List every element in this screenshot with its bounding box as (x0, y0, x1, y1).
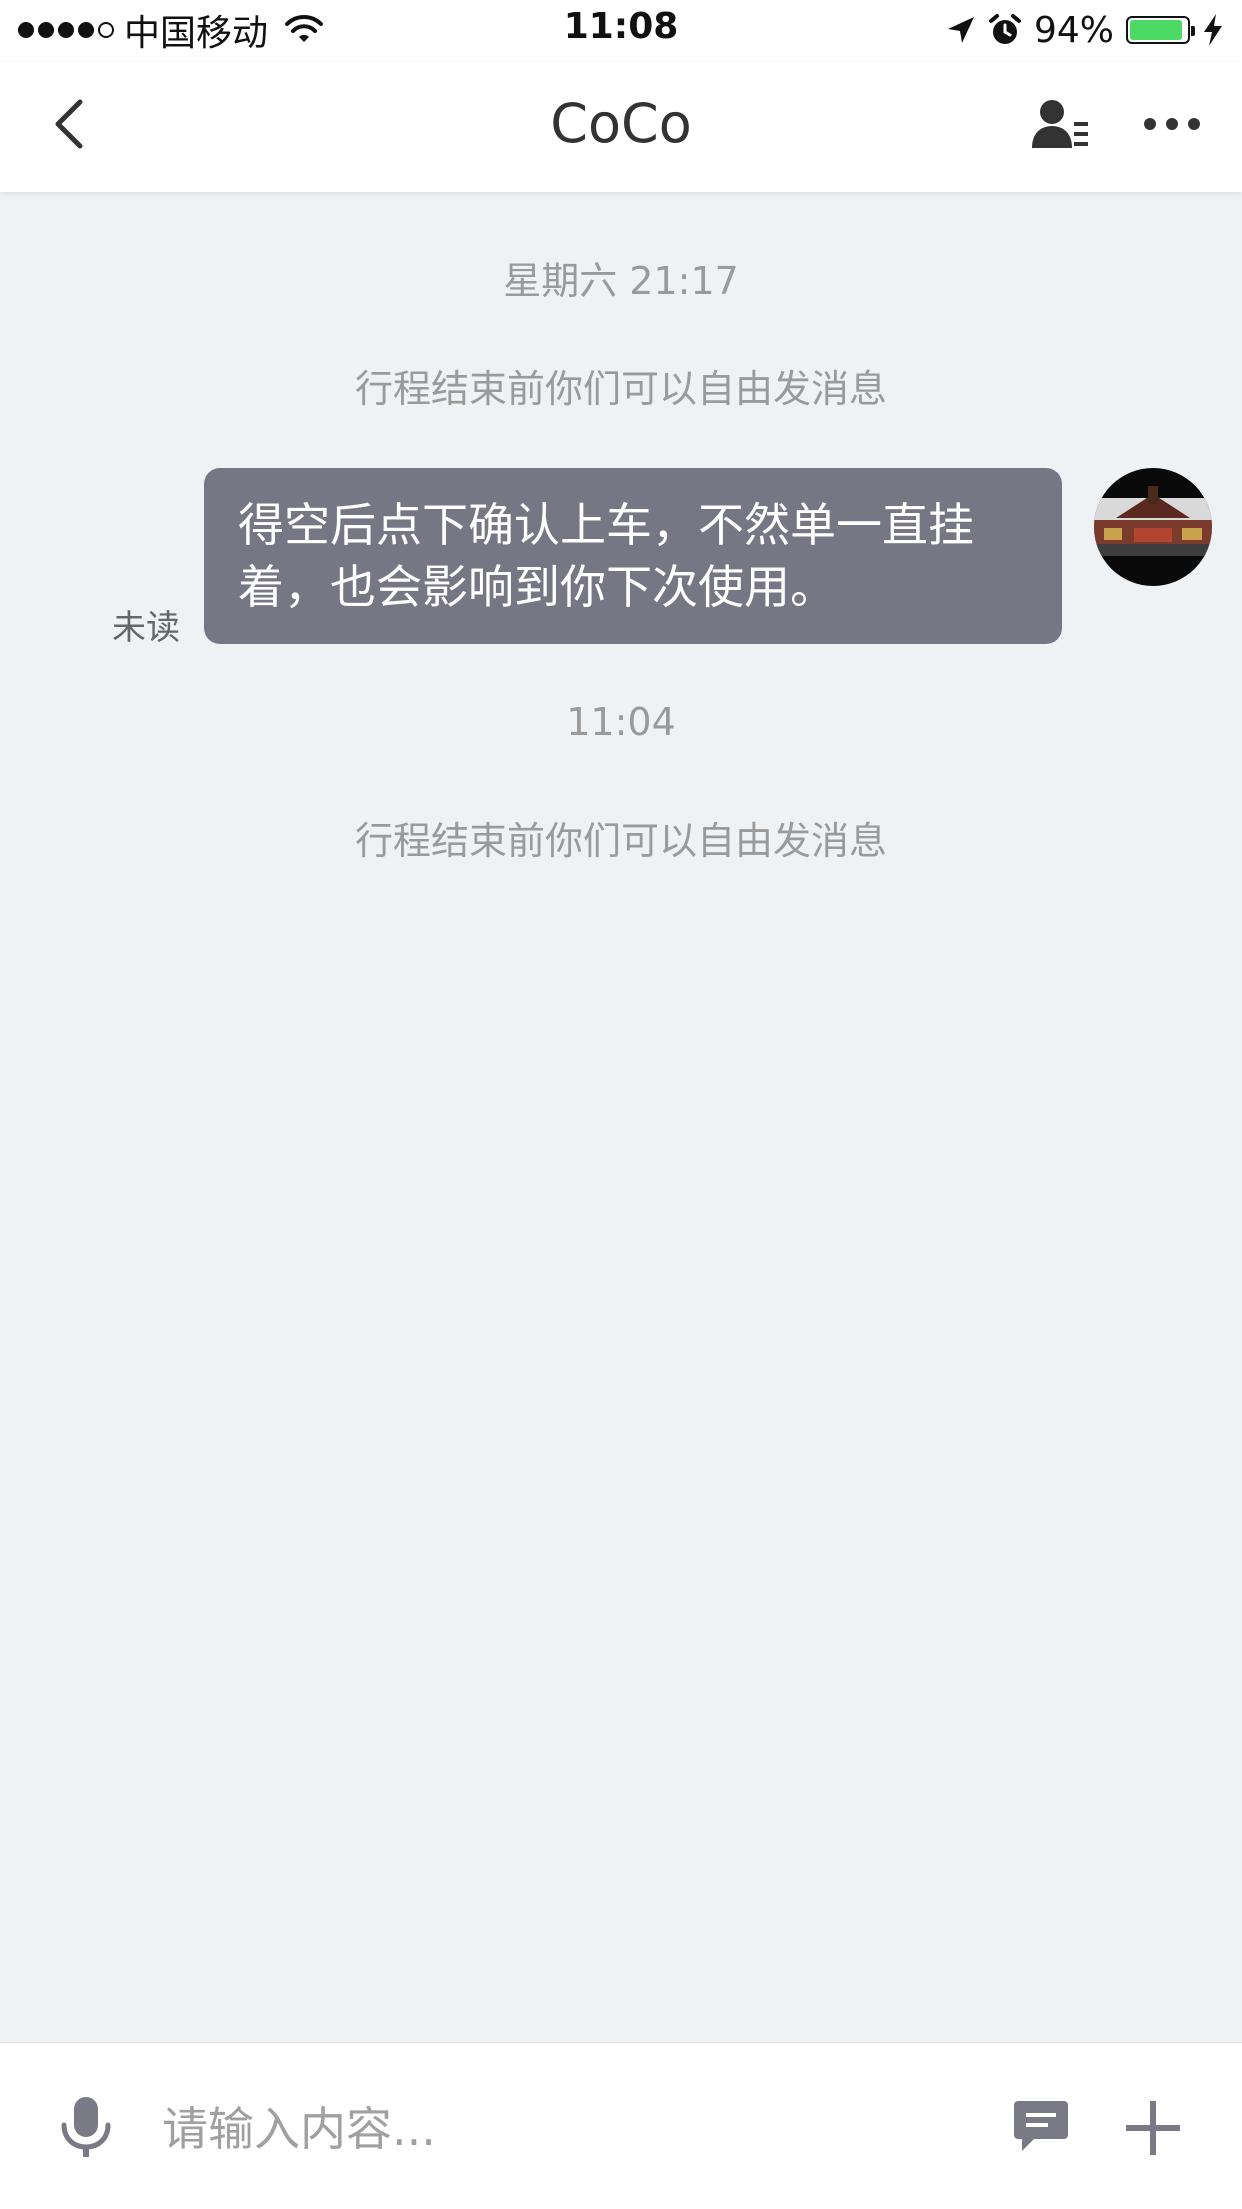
avatar[interactable] (1094, 468, 1212, 586)
location-arrow-icon (947, 17, 974, 43)
input-bar (0, 2042, 1242, 2209)
message-input[interactable] (160, 2083, 984, 2175)
avatar-image (1094, 468, 1212, 586)
system-note: 行程结束前你们可以自由发消息 (354, 367, 887, 411)
quick-reply-icon[interactable] (1012, 2097, 1070, 2155)
microphone-icon[interactable] (58, 2095, 114, 2159)
more-icon[interactable] (1132, 92, 1212, 156)
nav-bar: CoCo (0, 62, 1242, 192)
plus-icon[interactable] (1124, 2099, 1182, 2157)
system-note: 行程结束前你们可以自由发消息 (354, 819, 887, 863)
message-timestamp: 11:04 (566, 700, 676, 744)
profile-icon[interactable] (1028, 92, 1092, 156)
message-timestamp: 星期六 21:17 (503, 259, 739, 303)
message-bubble[interactable]: 得空后点下确认上车，不然单一直挂 着，也会影响到你下次使用。 (204, 468, 1062, 644)
message-line: 着，也会影响到你下次使用。 (238, 560, 836, 614)
message-line: 得空后点下确认上车，不然单一直挂 (238, 498, 974, 552)
unread-status: 未读 (112, 608, 180, 648)
battery-percent: 94% (1033, 9, 1114, 51)
charging-bolt-icon (1204, 14, 1222, 46)
chat-area[interactable]: 星期六 21:17 行程结束前你们可以自由发消息 未读 得空后点下确认上车，不然… (0, 192, 1242, 2042)
alarm-icon (988, 14, 1021, 44)
battery-icon (1126, 16, 1195, 44)
status-right: 94% (946, 6, 1224, 54)
battery-fill (1130, 20, 1183, 40)
status-bar: 中国移动 11:08 94% (0, 0, 1242, 62)
